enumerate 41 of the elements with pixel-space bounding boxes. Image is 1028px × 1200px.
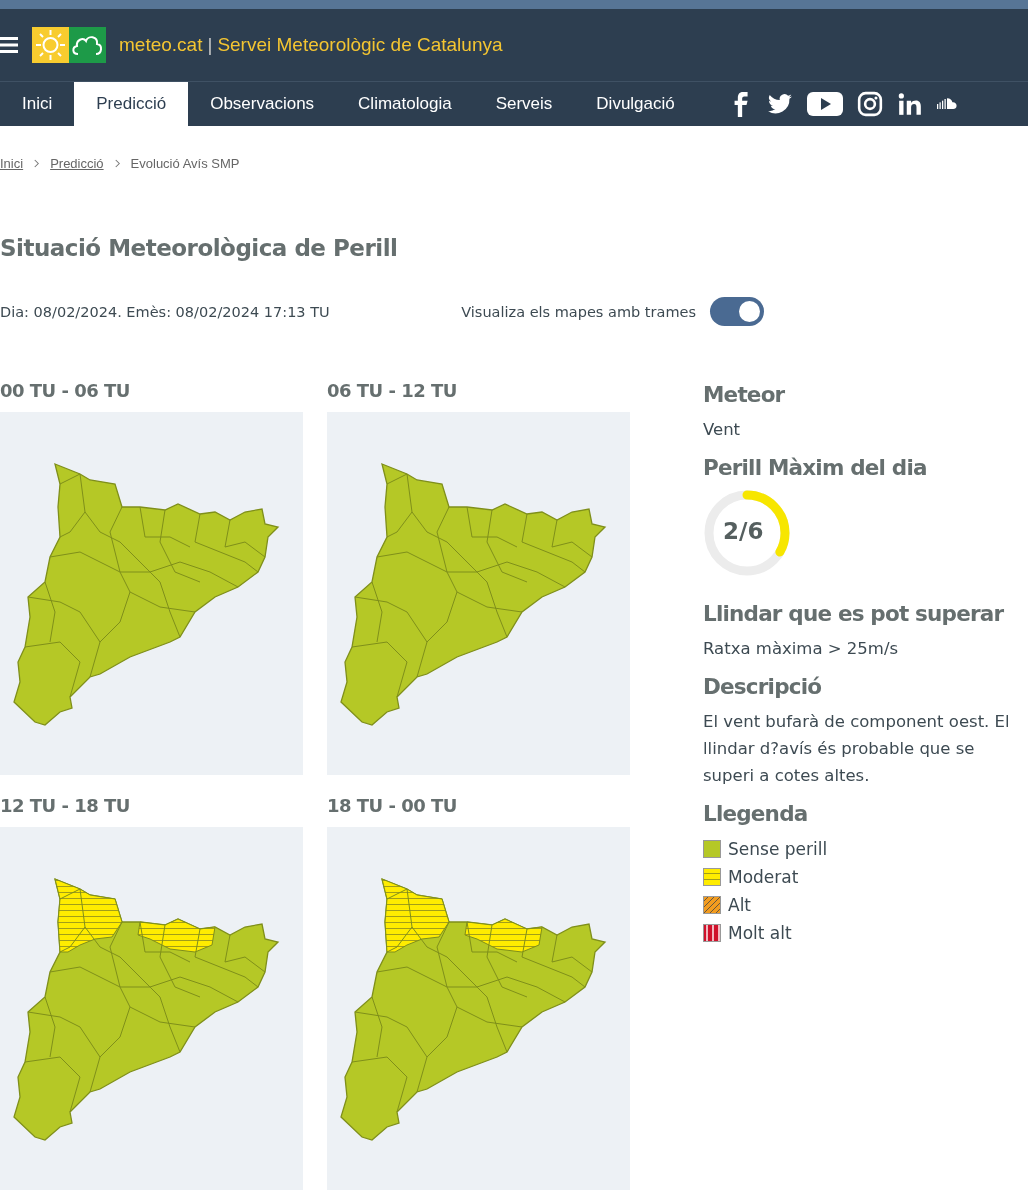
menu-icon[interactable] xyxy=(0,36,18,54)
nav-tab[interactable]: Serveis xyxy=(473,82,575,126)
section-heading: Meteor xyxy=(703,381,786,409)
threshold-value: Ratxa màxima > 25m/s xyxy=(703,638,900,660)
danger-reading: 2/6 xyxy=(723,518,764,544)
meteor-value: Vent xyxy=(703,419,742,441)
logo-icon[interactable] xyxy=(32,27,106,63)
nav-tab[interactable]: Divulgació xyxy=(574,82,697,126)
pattern-toggle[interactable] xyxy=(710,297,764,326)
section-heading: Perill Màxim del dia xyxy=(703,454,928,482)
legend-label: Alt xyxy=(728,895,752,915)
site-title[interactable]: Servei Meteorològic de Catalunya xyxy=(217,34,503,56)
chevron-icon xyxy=(33,159,41,168)
section-heading: Llegenda xyxy=(703,800,809,828)
section-heading: Descripció xyxy=(703,673,823,701)
breadcrumb-link[interactable]: Inici xyxy=(0,156,24,171)
legend-label: Molt alt xyxy=(728,923,792,943)
youtube-icon[interactable] xyxy=(806,92,843,116)
nav-tab[interactable]: Climatologia xyxy=(336,82,474,126)
legend-label: Sense perill xyxy=(728,839,828,859)
linkedin-icon[interactable] xyxy=(896,91,923,117)
page-title: Situació Meteorològica de Perill xyxy=(0,235,399,261)
nav-tab[interactable]: Predicció xyxy=(74,82,189,126)
breadcrumb-link[interactable]: Predicció xyxy=(50,156,104,171)
period-title: 18 TU - 00 TU xyxy=(327,795,458,818)
nav-tab[interactable]: Inici xyxy=(0,82,75,126)
site-name[interactable]: meteo.cat xyxy=(119,34,203,56)
breadcrumb-current: Evolució Avís SMP xyxy=(130,156,240,171)
period-title: 00 TU - 06 TU xyxy=(0,380,131,403)
chevron-icon xyxy=(113,159,121,168)
nav-tab[interactable]: Observacions xyxy=(188,82,337,126)
instagram-icon[interactable] xyxy=(856,91,883,117)
section-heading: Llindar que es pot superar xyxy=(703,600,1005,628)
issue-date-text: Dia: 08/02/2024. Emès: 08/02/2024 17:13 TU xyxy=(0,303,330,320)
twitter-icon[interactable] xyxy=(766,91,793,117)
description-text: El vent bufarà de component oest. El llindar d?avís és probable que se superi a cotes altes. xyxy=(703,711,1011,787)
legend-label: Moderat xyxy=(728,867,799,887)
period-title: 12 TU - 18 TU xyxy=(0,795,131,818)
toggle-label: Visualiza els mapes amb trames xyxy=(461,303,696,320)
separator-text: | xyxy=(207,34,213,56)
period-title: 06 TU - 12 TU xyxy=(327,380,458,403)
